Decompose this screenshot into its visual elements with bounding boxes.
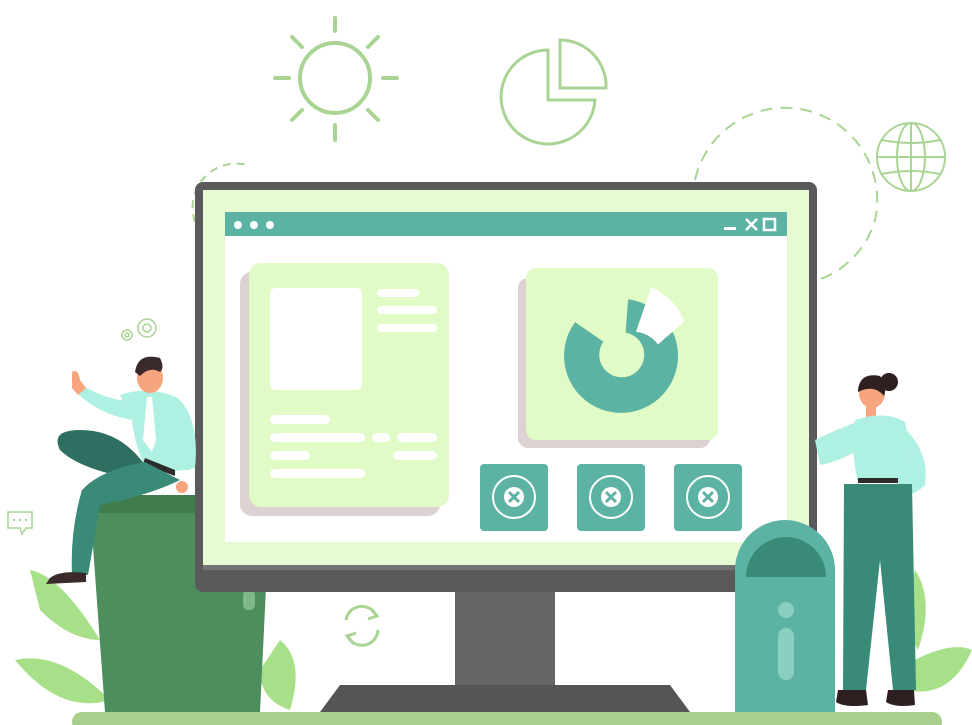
pie-chart-outline-icon: [499, 38, 608, 146]
action-button-2[interactable]: [577, 464, 645, 531]
refresh-icon: [344, 604, 380, 647]
action-button-1[interactable]: [480, 464, 548, 531]
ground-strip: [72, 712, 942, 725]
sun-icon: [273, 16, 399, 142]
illustration-scene: [7, 16, 972, 725]
trash-can-icon: [735, 520, 835, 712]
donut-chart-card: [518, 268, 718, 448]
minimize-icon[interactable]: [724, 227, 736, 230]
window-titlebar: [225, 212, 787, 236]
profile-card: [240, 263, 449, 516]
window-dots-icon: [234, 221, 274, 229]
action-button-3[interactable]: [674, 464, 742, 531]
globe-icon: [876, 122, 946, 192]
gears-icon: [121, 318, 157, 341]
monitor-stand: [320, 585, 690, 712]
image-placeholder: [270, 288, 362, 390]
chat-bubble-icon: [7, 511, 33, 536]
